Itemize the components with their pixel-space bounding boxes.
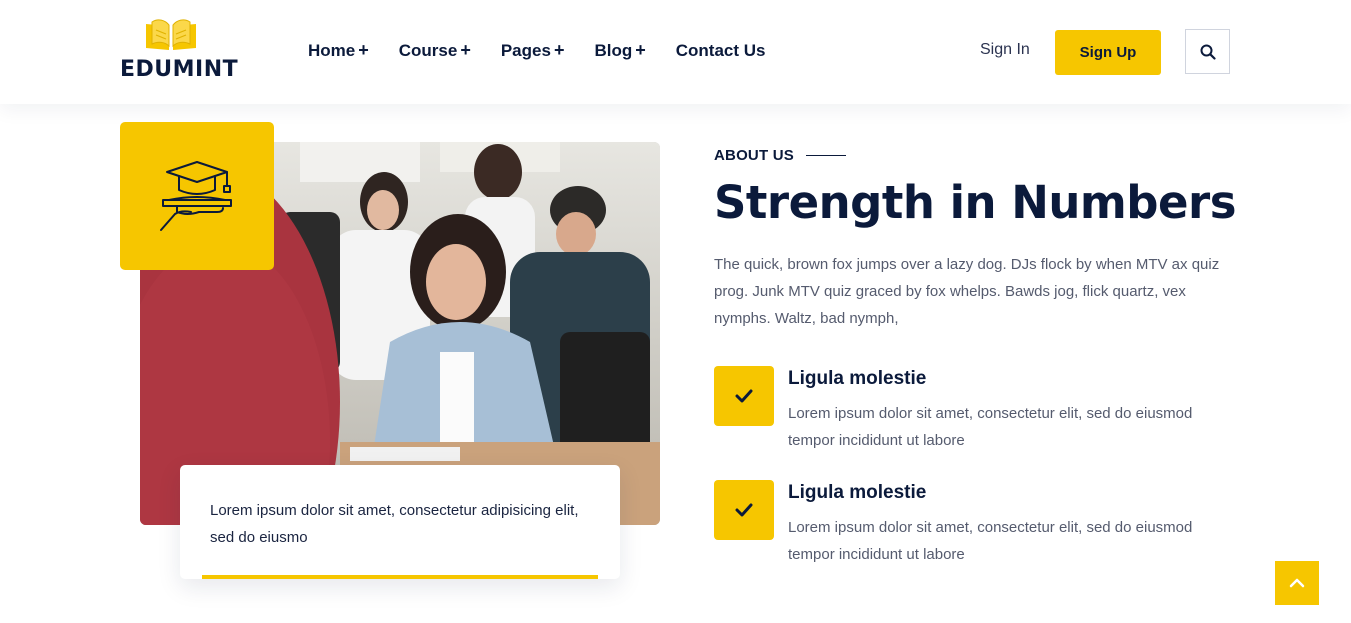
check-badge (714, 480, 774, 540)
main-nav: Home + Course + Pages + Blog + Contact Us (308, 40, 795, 61)
logo[interactable]: EDUMINT (120, 18, 238, 84)
nav-item-blog[interactable]: Blog + (594, 40, 645, 61)
section-heading: Strength in Numbers (714, 176, 1237, 229)
accent-bar (202, 575, 598, 579)
plus-icon: + (460, 40, 471, 60)
nav-item-course[interactable]: Course + (399, 40, 471, 61)
check-badge (714, 366, 774, 426)
check-icon (735, 503, 753, 517)
sign-up-button[interactable]: Sign Up (1055, 30, 1161, 75)
sign-in-link[interactable]: Sign In (980, 41, 1030, 59)
check-icon (735, 389, 753, 403)
nav-item-label: Contact Us (675, 40, 766, 60)
nav-item-pages[interactable]: Pages + (501, 40, 565, 61)
chevron-up-icon (1289, 578, 1305, 588)
nav-item-contact[interactable]: Contact Us (676, 40, 766, 61)
feature-item: Ligula molestie Lorem ipsum dolor sit am… (714, 480, 1234, 570)
logo-text: EDUMINT (120, 57, 239, 82)
site-header: EDUMINT Home + Course + Pages + Blog + Conta… (0, 0, 1351, 104)
section-intro: The quick, brown fox jumps over a lazy d… (714, 256, 1220, 327)
graduation-cap-hand-icon (160, 161, 232, 231)
feature-title: Ligula molestie (788, 482, 927, 503)
feature-description: Lorem ipsum dolor sit amet, consectetur … (788, 519, 1193, 563)
search-button[interactable] (1185, 29, 1230, 74)
eyebrow-label: ABOUT US (714, 147, 794, 164)
quote-text: Lorem ipsum dolor sit amet, consectetur … (210, 502, 579, 546)
graduation-badge (120, 122, 274, 270)
quote-card: Lorem ipsum dolor sit amet, consectetur … (180, 465, 620, 579)
plus-icon: + (358, 40, 369, 60)
nav-item-label: Blog (594, 40, 633, 60)
open-book-icon (146, 19, 196, 50)
nav-item-label: Pages (500, 40, 551, 60)
plus-icon: + (553, 40, 565, 60)
eyebrow-divider (805, 154, 846, 157)
nav-item-label: Course (398, 40, 458, 60)
nav-item-label: Home (308, 40, 356, 60)
feature-item: Ligula molestie Lorem ipsum dolor sit am… (714, 366, 1234, 456)
section-eyebrow: ABOUT US (714, 147, 846, 164)
search-icon (1200, 44, 1216, 60)
nav-item-home[interactable]: Home + (308, 40, 369, 61)
feature-title: Ligula molestie (788, 368, 927, 389)
feature-description: Lorem ipsum dolor sit amet, consectetur … (788, 405, 1193, 449)
plus-icon: + (635, 40, 646, 60)
scroll-to-top-button[interactable] (1275, 561, 1319, 605)
